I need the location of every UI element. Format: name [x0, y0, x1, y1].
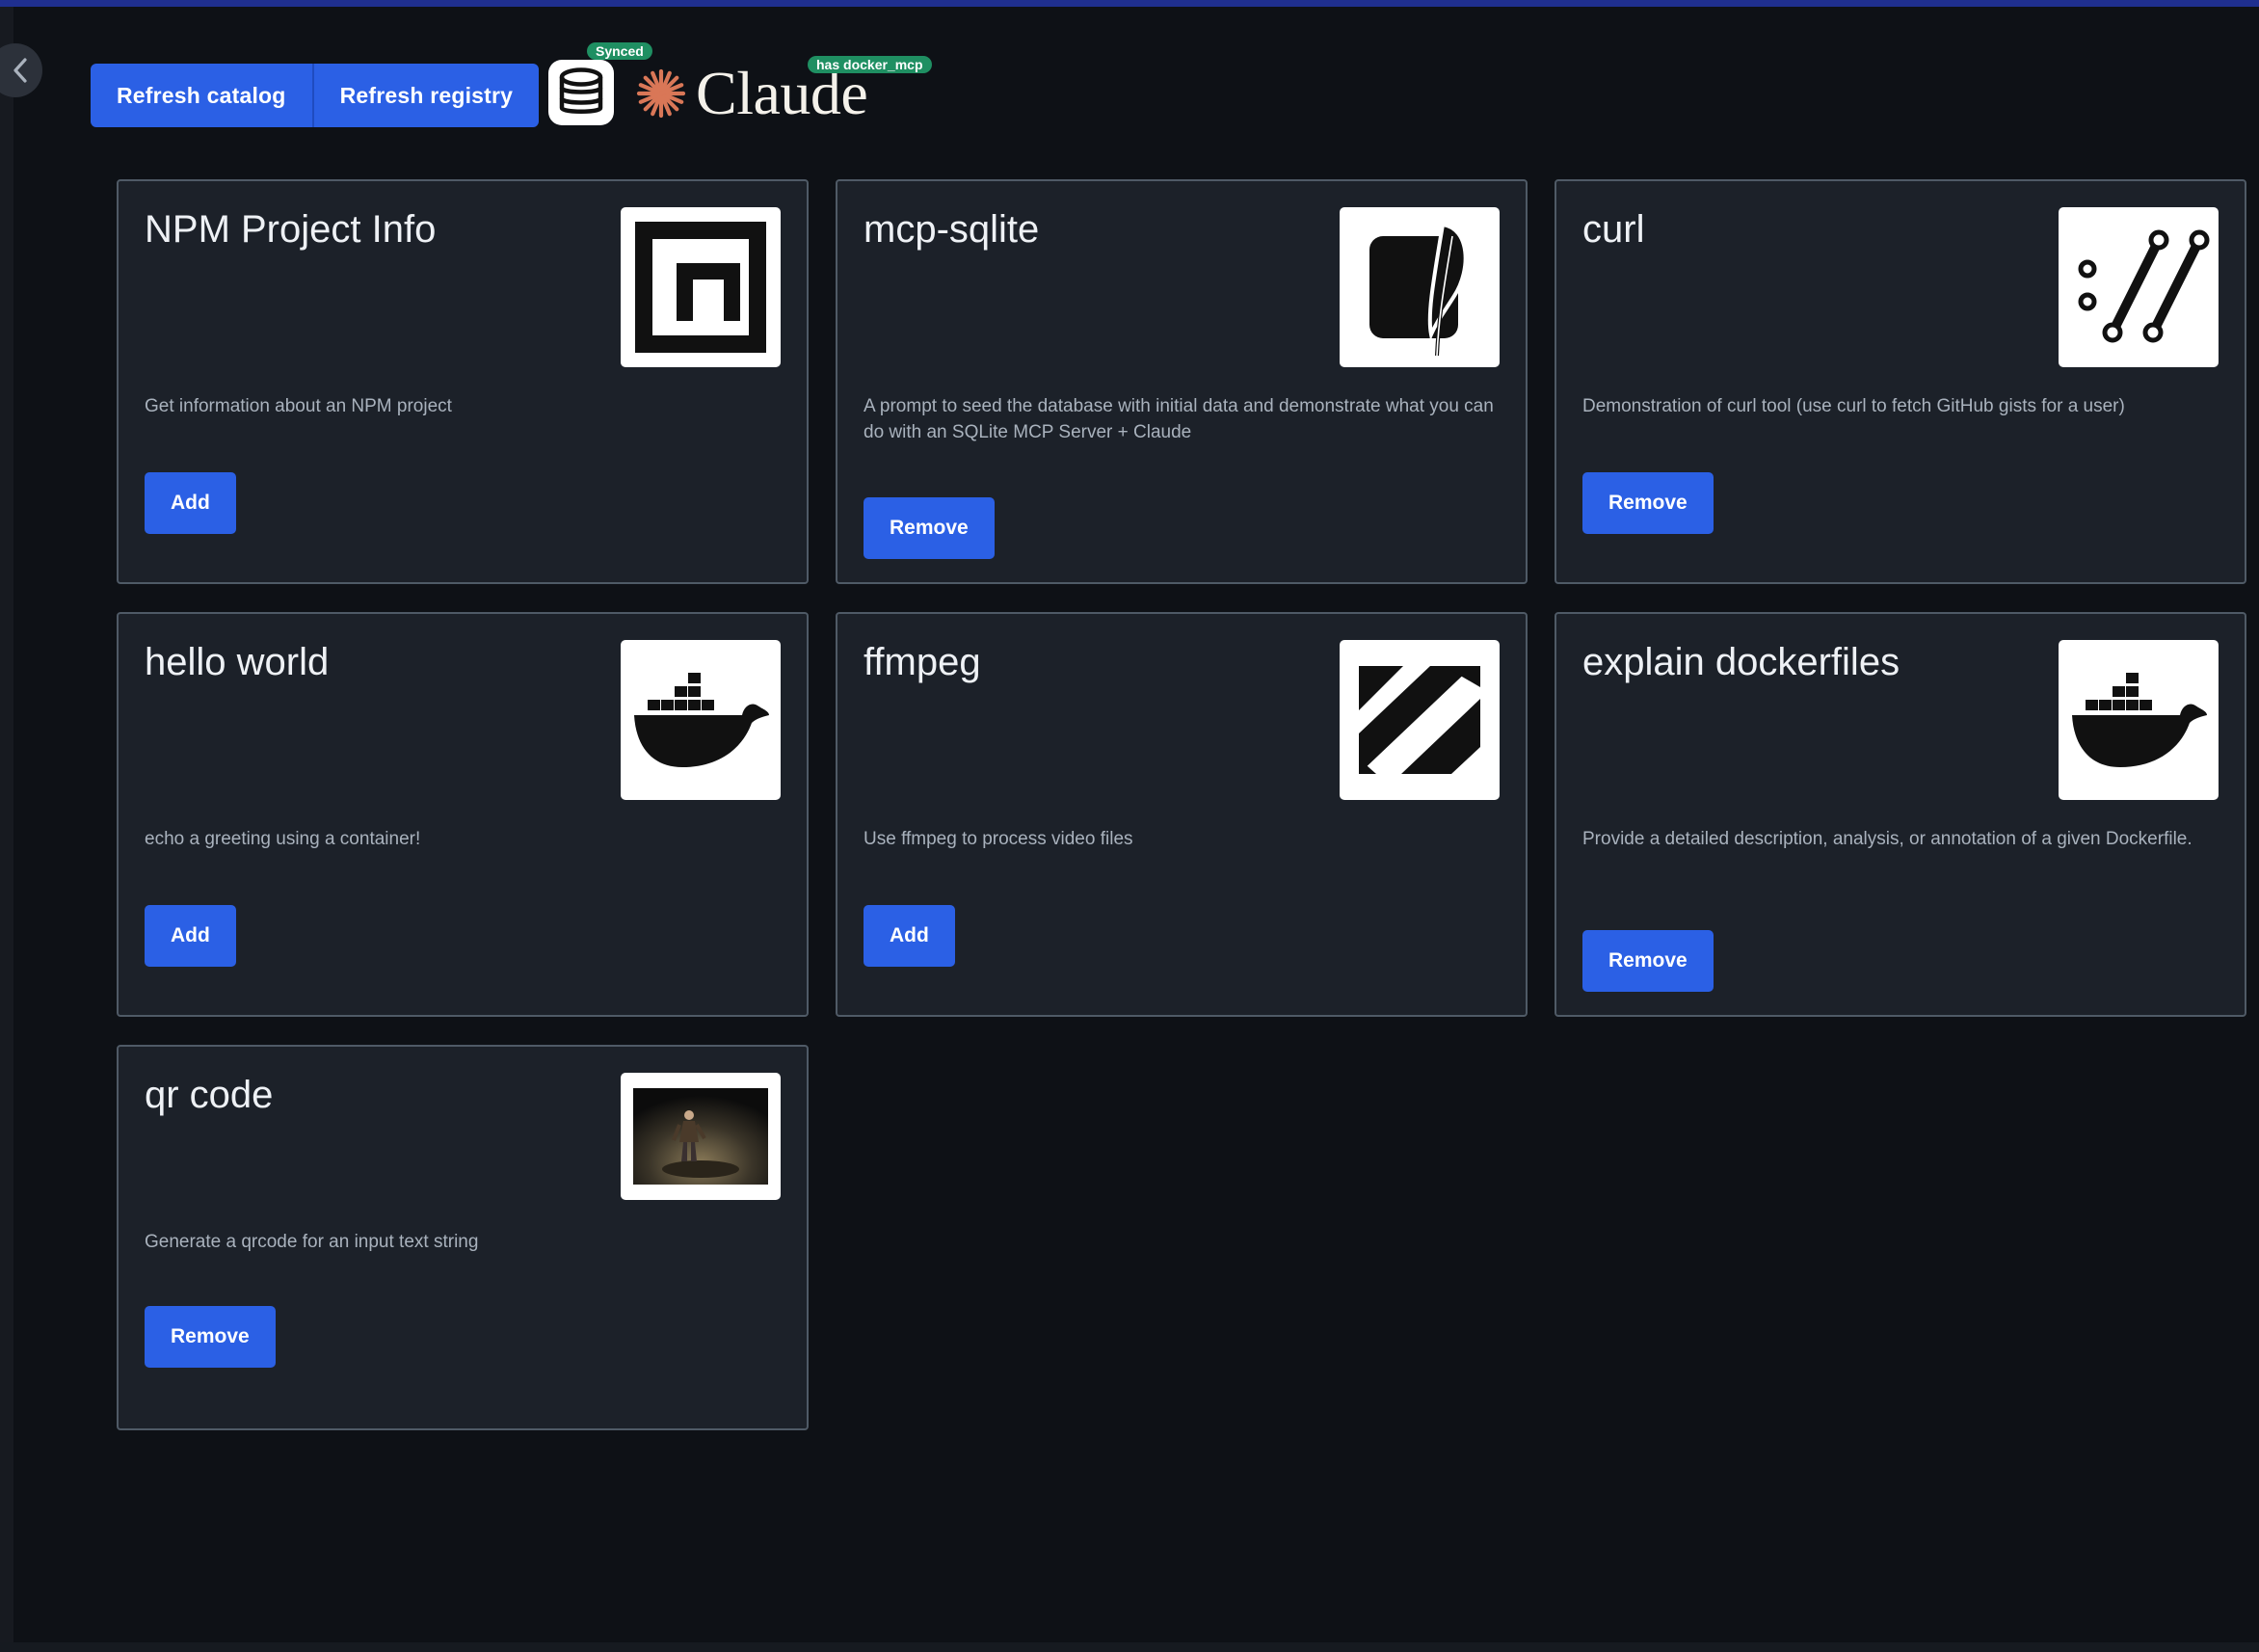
add-button[interactable]: Add — [145, 905, 236, 967]
catalog-card: mcp-sqlite A prompt to seed the database… — [836, 179, 1528, 584]
database-icon[interactable] — [548, 60, 614, 125]
card-description: Provide a detailed description, analysis… — [1582, 829, 2193, 849]
card-title: mcp-sqlite — [864, 208, 1040, 251]
left-rail — [0, 7, 13, 1652]
card-description: echo a greeting using a container! — [145, 829, 421, 849]
card-description: Get information about an NPM project — [145, 396, 452, 416]
card-title: ffmpeg — [864, 641, 981, 683]
card-title: NPM Project Info — [145, 208, 437, 251]
card-description: A prompt to seed the database with initi… — [864, 396, 1494, 442]
catalog-card: hello world echo a greeting using a cont… — [117, 612, 809, 1017]
remove-button[interactable]: Remove — [864, 497, 995, 559]
add-button[interactable]: Add — [145, 472, 236, 534]
card-title: explain dockerfiles — [1582, 641, 1900, 683]
refresh-catalog-button[interactable]: Refresh catalog — [91, 64, 312, 127]
add-button[interactable]: Add — [864, 905, 955, 967]
catalog-card: curl Demonstration of curl tool (use cur… — [1555, 179, 2246, 584]
top-accent-bar — [0, 0, 2259, 7]
catalog-card: ffmpeg Use ffmpeg to process video files… — [836, 612, 1528, 1017]
remove-button[interactable]: Remove — [145, 1306, 276, 1368]
npm-logo-icon — [621, 207, 781, 367]
refresh-registry-button[interactable]: Refresh registry — [311, 64, 540, 127]
refresh-button-group: Refresh catalog Refresh registry — [91, 64, 540, 127]
chevron-left-icon — [13, 58, 27, 83]
card-title: hello world — [145, 641, 330, 683]
claude-starburst-icon — [636, 68, 686, 119]
remove-button[interactable]: Remove — [1582, 472, 1714, 534]
sqlite-feather-icon — [1340, 207, 1500, 367]
synced-badge: Synced — [587, 42, 652, 60]
photo-thumbnail — [621, 1073, 781, 1200]
card-title: curl — [1582, 208, 1645, 251]
card-title: qr code — [145, 1074, 274, 1116]
ffmpeg-logo-icon — [1340, 640, 1500, 800]
curl-logo-icon — [2059, 207, 2219, 367]
card-description: Generate a qrcode for an input text stri… — [145, 1232, 479, 1252]
docker-mcp-badge: has docker_mcp — [808, 56, 932, 73]
catalog-card: qr code Generate a qrcode for an input t… — [117, 1045, 809, 1430]
docker-whale-icon — [2059, 640, 2219, 800]
bottom-strip — [0, 1642, 2259, 1652]
docker-whale-icon — [621, 640, 781, 800]
card-description: Use ffmpeg to process video files — [864, 829, 1133, 849]
collapse-sidebar-button[interactable] — [0, 43, 42, 97]
card-description: Demonstration of curl tool (use curl to … — [1582, 396, 2125, 416]
catalog-card: explain dockerfiles Provide a detailed d… — [1555, 612, 2246, 1017]
catalog-card: NPM Project Info Get information about a… — [117, 179, 809, 584]
remove-button[interactable]: Remove — [1582, 930, 1714, 992]
